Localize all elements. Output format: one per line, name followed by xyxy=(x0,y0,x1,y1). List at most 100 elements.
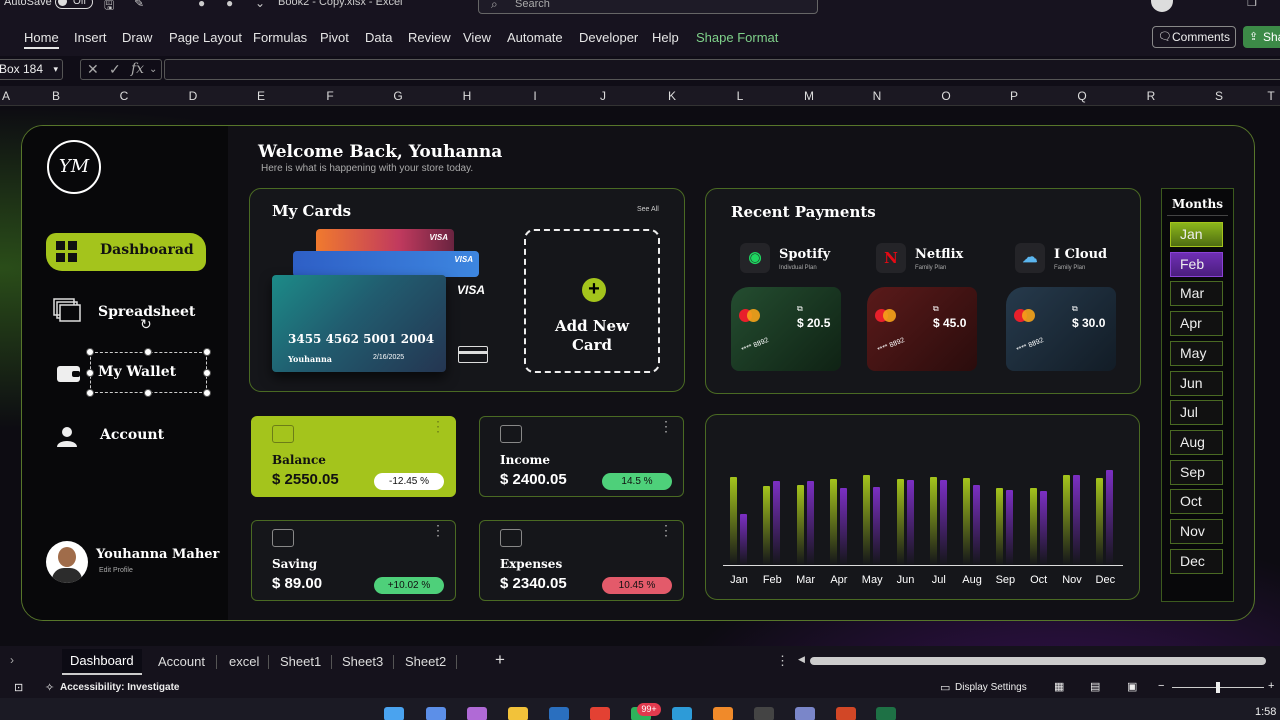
horizontal-scrollbar[interactable] xyxy=(810,657,1266,665)
linkedin-icon[interactable] xyxy=(549,707,569,720)
column-header-h[interactable]: H xyxy=(457,89,477,103)
add-sheet-icon[interactable]: + xyxy=(495,650,505,670)
resize-handle[interactable] xyxy=(86,348,94,356)
zoom-out-icon[interactable]: − xyxy=(1158,680,1164,692)
column-header-j[interactable]: J xyxy=(593,89,613,103)
more-options-icon[interactable]: ⋮ xyxy=(431,419,445,433)
resize-handle[interactable] xyxy=(86,369,94,377)
column-header-a[interactable]: A xyxy=(0,89,16,103)
column-header-d[interactable]: D xyxy=(183,89,203,103)
payment-item-spotify[interactable]: ◉ Spotify Indivdual Plan ⧉ $ 20.5 **** 8… xyxy=(731,239,841,371)
add-new-card-button[interactable]: + Add New Card xyxy=(524,229,660,373)
file-explorer-icon[interactable] xyxy=(508,707,528,720)
worksheet[interactable]: YM Dashboarad Spreadsheet My Wallet Acco… xyxy=(0,106,1280,646)
firefox-icon[interactable] xyxy=(713,707,733,720)
macro-record-icon[interactable]: ⊡ xyxy=(14,681,23,694)
sidebar-item-spreadsheet[interactable]: Spreadsheet xyxy=(46,295,206,333)
resize-handle[interactable] xyxy=(203,369,211,377)
page-layout-view-icon[interactable]: ▤ xyxy=(1090,680,1100,693)
expenses-card[interactable]: ⋮ Expenses $ 2340.05 10.45 % xyxy=(479,520,684,601)
month-button-jan[interactable]: Jan xyxy=(1170,222,1223,247)
column-header-t[interactable]: T xyxy=(1261,89,1280,103)
column-header-o[interactable]: O xyxy=(936,89,956,103)
edit-profile-link[interactable]: Edit Profile xyxy=(99,567,133,574)
zoom-slider-thumb[interactable] xyxy=(1216,682,1220,693)
month-button-jul[interactable]: Jul xyxy=(1170,400,1223,426)
payment-item-icloud[interactable]: ☁ I Cloud Family Plan ⧉ $ 30.0 **** 8892 xyxy=(1006,239,1116,371)
tab-automate[interactable]: Automate xyxy=(507,30,563,45)
search-input[interactable]: ⌕ Search xyxy=(478,0,818,14)
column-header-n[interactable]: N xyxy=(867,89,887,103)
see-all-link[interactable]: See All xyxy=(637,206,659,213)
user-avatar[interactable] xyxy=(1151,0,1173,12)
tab-data[interactable]: Data xyxy=(365,30,392,45)
month-button-sep[interactable]: Sep xyxy=(1170,459,1223,485)
tab-draw[interactable]: Draw xyxy=(122,30,152,45)
edge-icon[interactable] xyxy=(672,707,692,720)
autosave-toggle[interactable]: Off xyxy=(55,0,93,9)
payment-item-netflix[interactable]: N Netflix Family Plan ⧉ $ 45.0 **** 8892 xyxy=(867,239,977,371)
sidebar-item-dashboard[interactable]: Dashboarad xyxy=(46,233,206,271)
tab-view[interactable]: View xyxy=(463,30,491,45)
tab-home[interactable]: Home xyxy=(24,30,59,49)
powerpoint-icon[interactable] xyxy=(836,707,856,720)
restore-icon[interactable]: ❐ xyxy=(1247,0,1257,9)
circle-icon[interactable]: ● xyxy=(198,0,205,10)
column-header-f[interactable]: F xyxy=(320,89,340,103)
rotate-handle-icon[interactable]: ↻ xyxy=(140,316,152,333)
month-button-mar[interactable]: Mar xyxy=(1170,281,1223,307)
column-header-b[interactable]: B xyxy=(46,89,66,103)
display-settings-button[interactable]: Display Settings xyxy=(955,682,1027,693)
app-icon[interactable] xyxy=(467,707,487,720)
sheet-tab-account[interactable]: Account xyxy=(158,654,205,669)
resize-handle[interactable] xyxy=(203,348,211,356)
chevron-down-icon[interactable]: ⌄ xyxy=(149,60,157,79)
income-card[interactable]: ⋮ Income $ 2400.05 14.5 % xyxy=(479,416,684,497)
sheet-tab-dashboard[interactable]: Dashboard xyxy=(62,649,142,675)
enter-icon[interactable]: ✓ xyxy=(109,60,121,79)
shape-selection-box[interactable] xyxy=(90,352,207,393)
chevron-right-icon[interactable]: › xyxy=(10,653,14,667)
balance-card[interactable]: ⋮ Balance $ 2550.05 -12.45 % xyxy=(251,416,456,497)
accessibility-status[interactable]: Accessibility: Investigate xyxy=(60,682,180,693)
cancel-icon[interactable]: ✕ xyxy=(87,60,99,79)
sheet-tab-sheet3[interactable]: Sheet3 xyxy=(342,654,383,669)
pen-icon[interactable]: ✎ xyxy=(134,0,144,10)
save-icon[interactable]: 🖫 xyxy=(104,0,114,17)
column-header-i[interactable]: I xyxy=(525,89,545,103)
month-button-jun[interactable]: Jun xyxy=(1170,370,1223,396)
normal-view-icon[interactable]: ▦ xyxy=(1054,680,1064,693)
tab-shape-format[interactable]: Shape Format xyxy=(696,30,778,45)
credit-card-front[interactable]: 3455 4562 5001 2004 Youhanna 2/16/2025 xyxy=(272,275,446,372)
zoom-in-icon[interactable]: + xyxy=(1268,680,1274,692)
column-header-p[interactable]: P xyxy=(1004,89,1024,103)
more-options-icon[interactable]: ⋮ xyxy=(659,419,673,433)
sheet-tab-excel[interactable]: excel xyxy=(229,654,259,669)
chevron-down-icon[interactable]: ⌄ xyxy=(255,0,265,10)
resize-handle[interactable] xyxy=(144,348,152,356)
comments-button[interactable]: 🗨 Comments xyxy=(1152,26,1236,48)
month-button-aug[interactable]: Aug xyxy=(1170,429,1223,455)
windows-start-icon[interactable] xyxy=(384,707,404,720)
month-button-may[interactable]: May xyxy=(1170,340,1223,366)
name-box[interactable]: Box 184 ▾ xyxy=(0,59,63,80)
column-header-e[interactable]: E xyxy=(251,89,271,103)
circle-icon[interactable]: ● xyxy=(226,0,233,10)
more-options-icon[interactable]: ⋮ xyxy=(659,523,673,537)
settings-icon[interactable] xyxy=(754,707,774,720)
tab-developer[interactable]: Developer xyxy=(579,30,638,45)
column-header-c[interactable]: C xyxy=(114,89,134,103)
share-button[interactable]: ⇪ Sha xyxy=(1243,26,1280,48)
tab-page-layout[interactable]: Page Layout xyxy=(169,30,242,45)
month-button-dec[interactable]: Dec xyxy=(1170,548,1223,574)
resize-handle[interactable] xyxy=(86,389,94,397)
column-header-g[interactable]: G xyxy=(388,89,408,103)
month-button-feb[interactable]: Feb xyxy=(1170,251,1223,277)
sheet-tab-sheet1[interactable]: Sheet1 xyxy=(280,654,321,669)
app-icon[interactable] xyxy=(795,707,815,720)
chrome-icon[interactable] xyxy=(590,707,610,720)
column-header-q[interactable]: Q xyxy=(1072,89,1092,103)
page-break-view-icon[interactable]: ▣ xyxy=(1127,680,1137,693)
more-options-icon[interactable]: ⋮ xyxy=(431,523,445,537)
tab-help[interactable]: Help xyxy=(652,30,679,45)
